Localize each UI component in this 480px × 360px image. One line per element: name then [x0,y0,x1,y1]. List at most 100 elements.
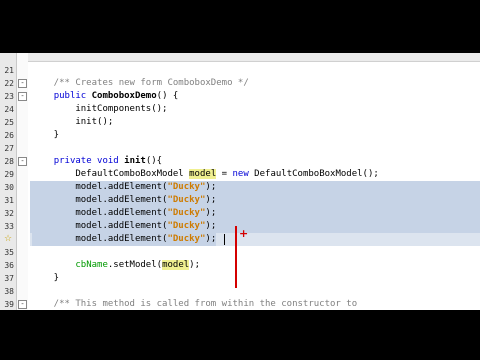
code-text[interactable]: public ComboboxDemo() { [32,90,179,103]
code-line[interactable]: 39- /** This method is called from withi… [0,298,480,310]
fold-toggle-icon[interactable]: - [18,300,27,309]
line-number: 36 [4,261,14,270]
comment: /** Creates new form ComboboxDemo */ [32,78,249,88]
editor-top-strip [0,53,480,62]
code-token: ); [205,221,217,231]
string-literal: "Ducky" [167,221,206,231]
keyword: public [53,91,87,101]
code-line[interactable]: 22- /** Creates new form ComboboxDemo */ [0,77,480,90]
code-token: initComponents(); [32,104,168,114]
code-line[interactable]: 30 model.addElement("Ducky"); [0,181,480,194]
line-number: 22 [4,79,14,88]
code-token: () { [156,91,179,101]
line-number: 31 [4,196,14,205]
keyword: private [53,156,92,166]
code-token: init(); [32,117,114,127]
code-token: (){ [145,156,163,166]
line-number: 29 [4,170,14,179]
fold-toggle-icon[interactable]: - [18,157,27,166]
line-number: 27 [4,144,14,153]
code-line[interactable]: 28- private void init(){ [0,155,480,168]
code-line[interactable]: 25 init(); [0,116,480,129]
code-token: model.addElement( [32,195,168,205]
code-editor[interactable]: 21 22- /** Creates new form ComboboxDemo … [0,53,480,310]
code-line[interactable]: 38 [0,285,480,298]
line-number: 35 [4,248,14,257]
line-number: 25 [4,118,14,127]
line-number: 28 [4,157,14,166]
line-number: 23 [4,92,14,101]
code-text[interactable]: model.addElement("Ducky"); [32,181,217,194]
line-number: 33 [4,222,14,231]
code-line[interactable]: 23- public ComboboxDemo() { [0,90,480,103]
code-text[interactable]: initComponents(); [32,103,167,116]
line-number: 38 [4,287,14,296]
comment: /** This method is called from within th… [32,299,358,309]
code-token: } [32,273,60,283]
annotation-red-plus: + [239,227,249,240]
code-text[interactable]: } [32,272,59,285]
code-token: model.addElement( [32,208,168,218]
code-line[interactable]: 24 initComponents(); [0,103,480,116]
code-token: model [162,260,190,270]
code-line[interactable]: 29 DefaultComboBoxModel model = new Defa… [0,168,480,181]
code-text[interactable]: model.addElement("Ducky"); [32,220,217,233]
code-line[interactable]: 27 [0,142,480,155]
code-line[interactable]: 37 } [0,272,480,285]
line-number: 30 [4,183,14,192]
code-text[interactable]: init(); [32,116,113,129]
code-text[interactable]: /** Creates new form ComboboxDemo */ [32,77,249,90]
code-text[interactable]: model.addElement("Ducky"); [32,207,217,220]
code-token: DefaultComboBoxModel(); [248,169,379,179]
code-line[interactable]: 32 model.addElement("Ducky"); [0,207,480,220]
annotation-red-line [235,226,237,288]
code-token: init [124,156,146,166]
code-token: ); [205,208,217,218]
line-number: 32 [4,209,14,218]
code-token: cbName [75,260,108,270]
string-literal: "Ducky" [167,182,206,192]
code-text[interactable]: private void init(){ [32,155,162,168]
fold-toggle-icon[interactable]: - [18,79,27,88]
code-token: } [32,130,60,140]
code-token: ); [205,182,217,192]
keyword: new [232,169,249,179]
code-token: = [216,169,233,179]
code-line[interactable]: 26 } [0,129,480,142]
text-caret [224,234,225,245]
code-token: ); [205,234,217,244]
code-token: ); [189,260,200,270]
code-line[interactable]: 35 [0,246,480,259]
keyword: void [97,156,119,166]
line-number: 24 [4,105,14,114]
code-text[interactable]: model.addElement("Ducky"); [32,233,217,246]
code-token: ); [205,195,217,205]
code-text[interactable]: } [32,129,59,142]
line-number: 21 [4,66,14,75]
code-line[interactable]: 31 model.addElement("Ducky"); [0,194,480,207]
code-text[interactable]: model.addElement("Ducky"); [32,194,217,207]
code-text[interactable]: DefaultComboBoxModel model = new Default… [32,168,379,181]
code-text[interactable]: /** This method is called from within th… [32,298,357,310]
code-text[interactable]: cbName.setModel(model); [32,259,200,272]
code-token: ComboboxDemo [91,91,157,101]
string-literal: "Ducky" [167,208,206,218]
fold-toggle-icon[interactable]: - [18,92,27,101]
line-number: 39 [4,300,14,309]
code-token: model.addElement( [32,221,168,231]
lightbulb-icon[interactable]: ☆ [4,234,13,244]
string-literal: "Ducky" [167,195,206,205]
code-line[interactable]: 21 [0,64,480,77]
code-token: model.addElement( [32,182,168,192]
code-line[interactable]: 36 cbName.setModel(model); [0,259,480,272]
line-number: 26 [4,131,14,140]
line-number: 37 [4,274,14,283]
string-literal: "Ducky" [167,234,206,244]
code-token: .setModel( [107,260,163,270]
code-token: model.addElement( [32,234,168,244]
code-token: model [189,169,217,179]
code-token: DefaultComboBoxModel [32,169,190,179]
